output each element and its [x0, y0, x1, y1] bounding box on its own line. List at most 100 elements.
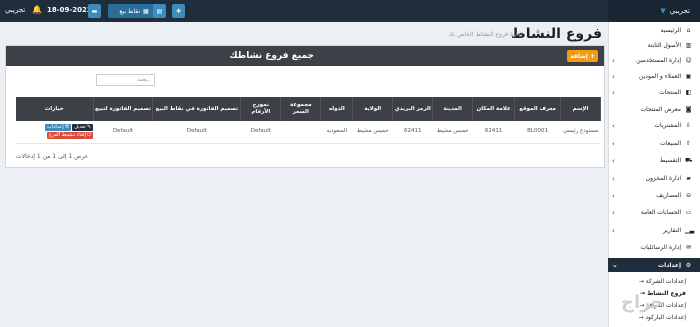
table-info: عرض 1 إلى 1 من 1 إدخالات [16, 153, 89, 160]
sidebar-item-label: إدارة المستخدمين [636, 57, 681, 64]
page-subtitle: إدارة فروع النشاط الخاص بك [448, 31, 522, 38]
col-city[interactable]: المدينة [432, 97, 474, 121]
building-icon: ▥ [685, 42, 692, 49]
money-icon: ▬ [91, 7, 98, 15]
settings-button[interactable]: ⚒ إعدادات [45, 124, 72, 132]
chevron-left-icon: ‹ [612, 121, 615, 130]
calculator-button[interactable]: ▤ [153, 4, 166, 18]
cell-numbering: Default [240, 121, 281, 144]
cell-sale-invoice: Default [93, 121, 153, 144]
deactivate-button[interactable]: ⏻ إلغاء تنشيط القرع [46, 132, 94, 140]
sidebar-item-reports[interactable]: ‹ التقارير ▁▃ [608, 224, 700, 237]
envelope-icon: ✉ [685, 244, 692, 251]
col-country[interactable]: الدوله [320, 97, 354, 121]
chevron-down-icon: ▼ [660, 7, 666, 15]
col-actions: خيارات [16, 97, 94, 121]
bell-icon[interactable]: 🔔 [32, 5, 42, 14]
sidebar-item-label: الرئيسية [660, 27, 681, 34]
chevron-left-icon: ‹ [612, 208, 615, 217]
settings-label: إعدادات [47, 124, 64, 131]
col-price-group[interactable]: مجموعة السعر [280, 97, 322, 121]
cell-state: خميس مشيط [352, 121, 393, 144]
sidebar-item-home[interactable]: الرئيسية ⌂ [608, 24, 700, 37]
col-zip[interactable]: الرمز البريدي [392, 97, 434, 121]
sidebar-item-label: معرض المنتجات [640, 106, 681, 113]
chevron-left-icon: ‹ [612, 174, 615, 183]
upload-icon: ⇧ [685, 140, 692, 147]
box-header: جميع فروع نشاطك إضافة + [6, 46, 604, 66]
chevron-left-icon: ‹ [612, 226, 615, 235]
cell-price-group [280, 121, 321, 144]
cell-pos-invoice: Default [152, 121, 241, 144]
money-button[interactable]: ▬ [88, 4, 101, 18]
chart-icon: ▁▃ [685, 227, 695, 234]
money-icon: ▭ [685, 209, 692, 216]
sidebar-item-inventory[interactable]: ‹ ادارة المخزون ▰ [608, 172, 700, 185]
edit-button[interactable]: ✎ تعديل [72, 124, 94, 132]
cell-landmark: 62411 [472, 121, 515, 144]
sidebar-item-label: الأصول الثابتة [647, 42, 681, 49]
minus-circle-icon: ⊖ [685, 192, 692, 199]
col-pos-invoice[interactable]: تصميم الفاتورة في نقاط البيع [152, 97, 242, 121]
cell-name: مستودع رئيسي [560, 121, 601, 144]
col-landmark[interactable]: علامة المكان [472, 97, 516, 121]
col-name[interactable]: الإسم [560, 97, 601, 121]
action-group: ✎ تعديل ⚒ إعدادات ⏻ إلغاء تنشيط القرع [16, 124, 94, 140]
top-navbar: ▼ تجريبي تجريبي 🔔 18-09-2023 ▬ نقاط بيع … [0, 0, 700, 22]
sidebar-item-label: الحسابات العامة [640, 209, 681, 216]
sidebar-item-contacts[interactable]: ‹ العملاء و المودين ▣ [608, 70, 700, 83]
table-icon: ▦ [143, 7, 149, 15]
chevron-left-icon: ‹ [612, 191, 615, 200]
sidebar-item-notifications[interactable]: إدارة الرسائليات ✉ [608, 241, 700, 254]
col-state[interactable]: الولاية [352, 97, 394, 121]
col-sale-invoice[interactable]: تصميم الفاتورة لتبيع [93, 97, 154, 121]
cell-location-id: BL0001 [514, 121, 561, 144]
chevron-left-icon: ‹ [612, 56, 615, 65]
table-header-row: الإسم معرف الموقع علامة المكان المدينة ا… [16, 97, 601, 121]
add-branch-button[interactable]: إضافة + [567, 50, 598, 62]
sidebar-subitem-company-settings[interactable]: → إعدادات الشركة [608, 276, 700, 287]
sidebar-item-product-gallery[interactable]: معرض المنتجات ◙ [608, 103, 700, 116]
cubes-icon: ◧ [685, 89, 692, 96]
chevron-left-icon: ‹ [612, 72, 615, 81]
sidebar: الرئيسية ⌂ الأصول الثابتة ▥ ‹ إدارة المس… [608, 22, 700, 327]
table-row: مستودع رئيسي BL0001 62411 خميس مشيط 6241… [16, 121, 601, 144]
sidebar-item-purchases[interactable]: ‹ المشتريات ⇩ [608, 119, 700, 132]
sidebar-item-installments[interactable]: ‹ التقسيط ⛟ [608, 154, 700, 167]
download-icon: ⇩ [685, 122, 692, 129]
calculator-icon: ▤ [156, 7, 163, 15]
chevron-left-icon: ‹ [612, 156, 615, 165]
sidebar-item-expenses[interactable]: ‹ المصاريف ⊖ [608, 189, 700, 202]
sidebar-item-users[interactable]: ‹ إدارة المستخدمين ☺ [608, 54, 700, 67]
cell-city: خميس مشيط [432, 121, 473, 144]
camera-icon: ◙ [685, 106, 692, 113]
sidebar-subitem-barcode-settings[interactable]: → إعدادات الباركود [608, 312, 700, 323]
add-label: إضافة [570, 52, 588, 60]
gear-icon: ⚙ [685, 261, 692, 269]
sidebar-item-label: المصاريف [656, 192, 681, 199]
power-icon: ⏻ [87, 132, 92, 139]
action-row: ✎ تعديل ⚒ إعدادات [45, 124, 94, 132]
branches-box: جميع فروع نشاطك إضافة + الإسم معرف الموق… [5, 45, 605, 168]
col-location-id[interactable]: معرف الموقع [514, 97, 562, 121]
sidebar-item-sales[interactable]: ‹ المبيعات ⇧ [608, 137, 700, 150]
brand[interactable]: ▼ تجريبي [608, 0, 700, 22]
sidebar-item-settings[interactable]: ⌄ إعدادات ⚙ [608, 258, 700, 272]
sidebar-item-accounts[interactable]: ‹ الحسابات العامة ▭ [608, 206, 700, 219]
sidebar-item-label: التقارير [662, 227, 681, 234]
add-button[interactable]: ✚ [172, 4, 185, 18]
truck-icon: ▰ [686, 175, 691, 182]
col-numbering[interactable]: نموزج الأرقام [240, 97, 282, 121]
sidebar-item-label: التقسيط [659, 157, 681, 164]
box-title: جميع فروع نشاطك [229, 51, 314, 61]
user-menu[interactable]: تجريبي [5, 6, 25, 14]
pos-label: نقاط بيع [119, 7, 140, 15]
search-input[interactable] [96, 74, 155, 86]
home-icon: ⌂ [686, 27, 691, 34]
edit-label: تعديل [74, 124, 86, 131]
deactivate-label: إلغاء تنشيط القرع [48, 132, 87, 139]
sidebar-item-label: العملاء و المودين [639, 73, 681, 80]
sidebar-item-products[interactable]: ‹ المنتجات ◧ [608, 86, 700, 99]
chevron-left-icon: ‹ [612, 88, 615, 97]
sidebar-item-fixed-assets[interactable]: الأصول الثابتة ▥ [608, 39, 700, 52]
